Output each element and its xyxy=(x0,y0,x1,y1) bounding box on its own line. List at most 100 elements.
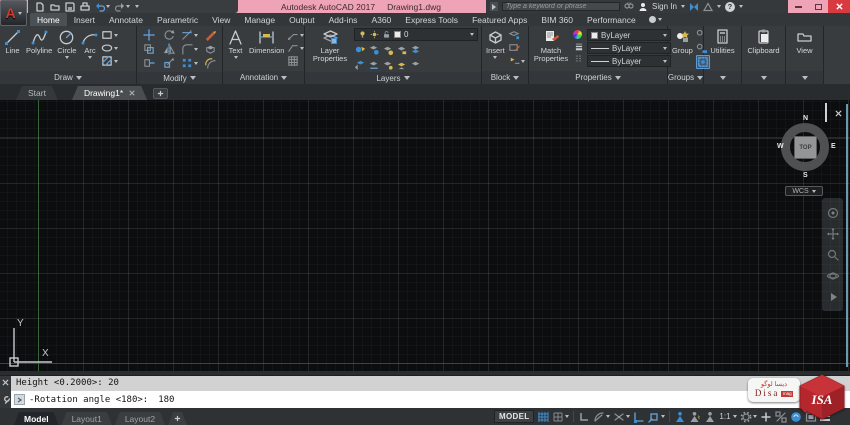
orbit-icon[interactable] xyxy=(826,270,839,282)
circle-dropdown-caret[interactable] xyxy=(64,55,69,59)
ortho-mode-toggle[interactable] xyxy=(578,411,590,423)
layer-lock-tool-icon[interactable] xyxy=(396,44,408,56)
start-tab[interactable]: Start xyxy=(16,86,58,100)
lineweight-list-icon[interactable] xyxy=(573,42,585,51)
text-button[interactable]: Text xyxy=(225,27,246,59)
layer-off-tool-icon[interactable] xyxy=(354,44,366,56)
infocenter-expand-icon[interactable] xyxy=(490,2,498,11)
zoom-icon[interactable] xyxy=(827,249,839,261)
layer-match-tool-icon[interactable] xyxy=(410,44,422,56)
stretch-button[interactable] xyxy=(139,57,159,69)
sign-in-button[interactable]: Sign In xyxy=(652,2,677,11)
panel-modify-label[interactable]: Modify xyxy=(137,72,222,84)
layer-delete-tool-icon[interactable] xyxy=(410,59,422,71)
arc-dropdown-caret[interactable] xyxy=(87,55,92,59)
tab-bim-360[interactable]: BIM 360 xyxy=(534,13,580,26)
erase-button[interactable] xyxy=(201,29,221,41)
text-dropdown-caret[interactable] xyxy=(233,55,238,59)
polar-tracking-toggle[interactable] xyxy=(593,411,611,423)
tab-manage[interactable]: Manage xyxy=(237,13,282,26)
application-menu-button[interactable]: A xyxy=(0,0,27,26)
close-button[interactable] xyxy=(828,0,850,13)
redo-icon[interactable] xyxy=(115,2,130,12)
ellipse-button[interactable] xyxy=(101,42,119,54)
open-file-icon[interactable] xyxy=(50,2,60,12)
annotation-scale-value[interactable]: 1:1 xyxy=(719,412,737,421)
trim-button[interactable] xyxy=(180,29,200,41)
sign-in-caret[interactable] xyxy=(680,5,685,8)
panel-clipboard-expand[interactable] xyxy=(742,71,785,84)
tab-output[interactable]: Output xyxy=(282,13,322,26)
layout1-tab[interactable]: Layout1 xyxy=(62,412,112,425)
viewcube-top-face[interactable]: TOP xyxy=(794,136,817,159)
line-button[interactable]: Line xyxy=(2,27,23,55)
offset-button[interactable] xyxy=(201,57,221,69)
viewcube-south[interactable]: S xyxy=(803,172,808,179)
leader-button[interactable] xyxy=(287,29,305,41)
tab-express-tools[interactable]: Express Tools xyxy=(398,13,465,26)
restore-button[interactable] xyxy=(808,0,828,13)
save-icon[interactable] xyxy=(65,1,75,12)
tab-insert[interactable]: Insert xyxy=(67,13,102,26)
new-file-icon[interactable] xyxy=(35,1,45,12)
object-snap-toggle[interactable] xyxy=(648,411,666,423)
color-wheel-icon[interactable] xyxy=(573,30,582,39)
panel-view-expand[interactable] xyxy=(786,71,823,84)
close-drawing-tab-icon[interactable] xyxy=(129,90,135,96)
array-button[interactable] xyxy=(180,57,200,69)
clipboard-icon[interactable] xyxy=(755,28,772,45)
scale-button[interactable] xyxy=(160,57,180,69)
panel-annotation-label[interactable]: Annotation xyxy=(223,71,304,84)
tab-featured-apps[interactable]: Featured Apps xyxy=(465,13,534,26)
match-properties-button[interactable]: Match Properties xyxy=(531,27,571,63)
group-button[interactable]: Group xyxy=(670,27,695,55)
osnap-tracking-toggle[interactable] xyxy=(633,411,645,423)
circle-button[interactable]: Circle xyxy=(55,27,78,59)
command-input-value[interactable]: 180 xyxy=(158,395,174,405)
new-layout-button[interactable] xyxy=(168,412,187,425)
exchange-apps-icon[interactable] xyxy=(702,1,713,12)
nav-wheel-icon[interactable] xyxy=(827,207,839,219)
ribbon-display-toggle[interactable] xyxy=(648,13,662,26)
annotation-scale-toggle[interactable] xyxy=(704,411,716,423)
create-block-button[interactable] xyxy=(508,29,525,41)
panel-utilities-expand[interactable] xyxy=(704,71,741,84)
linetype-dropdown[interactable]: ByLayer xyxy=(587,55,671,67)
layer-walk-tool-icon[interactable] xyxy=(368,59,380,71)
panel-properties-label[interactable]: Properties xyxy=(529,71,667,84)
qat-menu-caret[interactable] xyxy=(135,5,139,8)
redo-dropdown-caret[interactable] xyxy=(126,5,130,8)
table-button[interactable] xyxy=(287,55,304,67)
new-drawing-button[interactable] xyxy=(153,88,169,99)
undo-icon[interactable] xyxy=(95,2,110,12)
navigation-bar[interactable] xyxy=(822,198,843,311)
command-close-icon[interactable] xyxy=(2,379,9,386)
tab-parametric[interactable]: Parametric xyxy=(150,13,205,26)
minimize-button[interactable] xyxy=(788,0,808,13)
layer-dropdown-caret[interactable] xyxy=(470,33,474,36)
utilities-calculator-icon[interactable] xyxy=(714,28,731,45)
tab-annotate[interactable]: Annotate xyxy=(102,13,150,26)
linetype-list-icon[interactable] xyxy=(573,54,585,63)
panel-layers-label[interactable]: Layers xyxy=(305,72,481,84)
multileader-button[interactable] xyxy=(287,42,305,54)
edit-attributes-button[interactable] xyxy=(508,42,525,54)
tab-add-ins[interactable]: Add-ins xyxy=(322,13,365,26)
wcs-dropdown[interactable]: WCS xyxy=(785,186,823,196)
lineweight-dropdown[interactable]: ByLayer xyxy=(587,42,671,54)
fillet-button[interactable] xyxy=(180,43,200,55)
command-input-line[interactable]: -Rotation angle <180>: 180 xyxy=(11,391,850,408)
block-more-button[interactable] xyxy=(508,55,525,67)
command-customize-icon[interactable] xyxy=(1,396,10,405)
plot-icon[interactable] xyxy=(80,1,90,12)
tab-view[interactable]: View xyxy=(205,13,237,26)
undo-dropdown-caret[interactable] xyxy=(106,5,110,8)
layer-prev-tool-icon[interactable] xyxy=(354,59,366,71)
grid-display-toggle[interactable] xyxy=(537,411,549,423)
showmotion-icon[interactable] xyxy=(827,291,839,303)
insert-dropdown-caret[interactable] xyxy=(493,55,498,59)
viewcube-east[interactable]: E xyxy=(831,143,836,150)
explode-button[interactable] xyxy=(201,43,221,55)
annotation-autoscale-toggle[interactable] xyxy=(689,411,701,423)
hatch-button[interactable] xyxy=(101,55,119,67)
